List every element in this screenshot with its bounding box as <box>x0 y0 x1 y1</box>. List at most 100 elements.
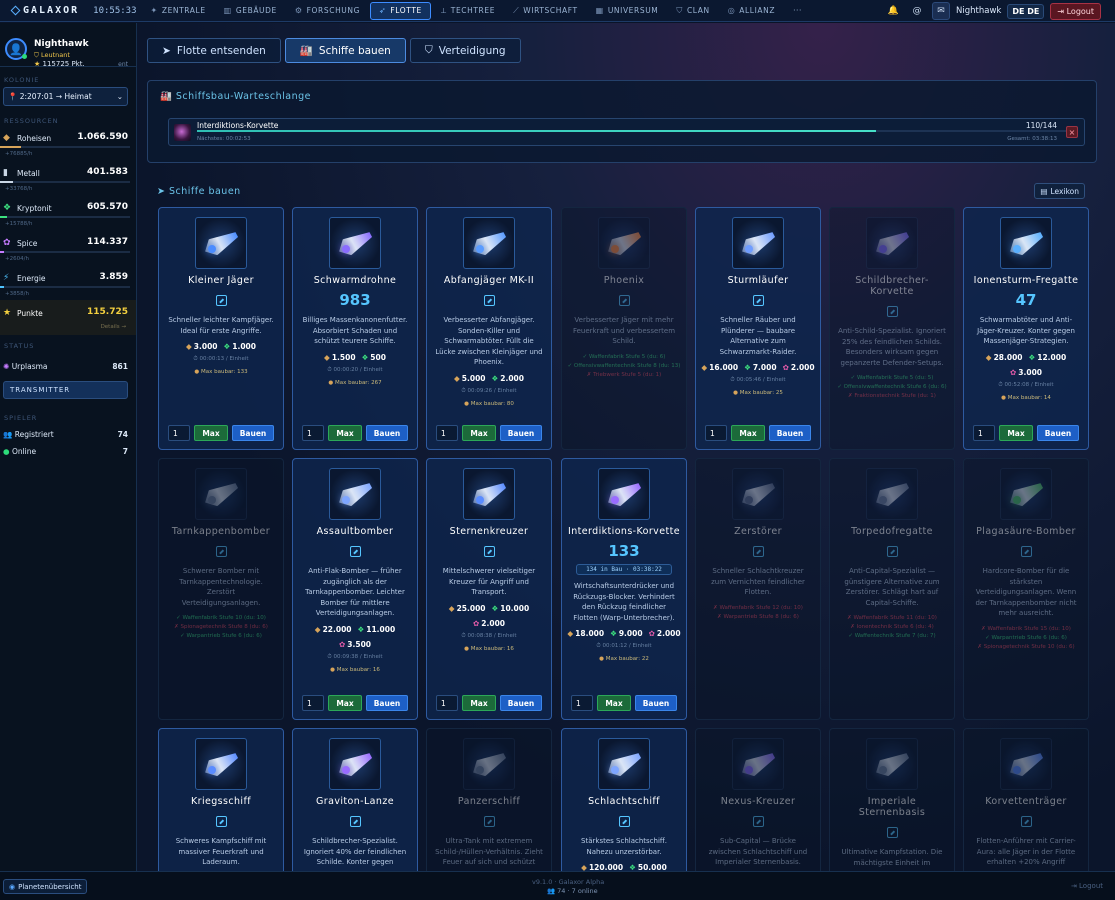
tab-send-fleet[interactable]: ➤ Flotte entsenden <box>147 38 281 63</box>
ship-icon <box>872 227 912 260</box>
version-text: v9.1.0 · Galaxor Alpha <box>532 878 605 886</box>
quantity-input[interactable]: 1 <box>436 695 458 711</box>
nav-zentrale[interactable]: ✦ ZENTRALE <box>143 2 214 20</box>
tab-build-ships[interactable]: 🏭 Schiffe bauen <box>284 38 406 63</box>
nav-forschung[interactable]: ⚙ FORSCHUNG <box>287 2 368 20</box>
resource-rate: +33768/h <box>5 186 33 192</box>
build-button[interactable]: Bauen <box>366 695 408 711</box>
at-icon[interactable]: @ <box>908 2 926 20</box>
max-button[interactable]: Max <box>328 425 362 441</box>
ship-description: Wirtschaftsunterdrücker und Rückzugs-Blo… <box>573 582 675 622</box>
player-profile[interactable]: 👤 Nighthawk ⛉ Leutnant ★ 115725 Pkt. ent <box>0 23 136 68</box>
requirement-item: ✓ Waffentechnik Stufe 7 (du: 7) <box>848 633 936 639</box>
max-button[interactable]: Max <box>462 425 496 441</box>
quantity-input[interactable]: 1 <box>302 695 324 711</box>
nav-allianz[interactable]: ◎ ALLIANZ <box>720 2 783 20</box>
ship-costs: ◆ 5.000 ❖ 2.000 <box>427 374 551 383</box>
build-button[interactable]: Bauen <box>500 425 542 441</box>
nav-wirtschaft[interactable]: ⟋ WIRTSCHAFT <box>505 2 586 20</box>
nav-flotte[interactable]: ➶ FLOTTE <box>370 1 431 20</box>
no-units-icon <box>1020 545 1032 557</box>
more-menu[interactable]: ··· <box>785 2 810 20</box>
cost-value: 1.000 <box>232 342 256 351</box>
build-button[interactable]: Bauen <box>500 695 542 711</box>
build-button[interactable]: Bauen <box>635 695 677 711</box>
nav-gebäude[interactable]: ▥ GEBÄUDE <box>216 2 285 20</box>
ship-card[interactable]: Sternenkreuzer Mittelschwerer vielseitige… <box>426 458 552 720</box>
ship-card[interactable]: Ionensturm-Fregatte 47 Schwarmabtöter und … <box>963 207 1089 450</box>
max-buildable: ● Max baubar: 16 <box>293 667 417 673</box>
quantity-input[interactable]: 1 <box>705 425 727 441</box>
no-units-icon <box>886 545 898 557</box>
cost-item: ❖ 7.000 <box>744 363 776 372</box>
build-button[interactable]: Bauen <box>232 425 274 441</box>
ore-icon: ◆ <box>567 629 574 638</box>
ship-costs: ◆ 18.000 ❖ 9.000 ✿ 2.000 <box>562 629 686 638</box>
nav-clan[interactable]: ⛉ CLAN <box>668 2 717 20</box>
ship-card[interactable]: Sturmläufer Schneller Räuber und Plündere… <box>695 207 821 450</box>
ship-card: Torpedofregatte Anti-Capital-Spezialist —… <box>829 458 955 720</box>
ship-count-zero <box>696 812 820 830</box>
language-switch[interactable]: DE DE <box>1007 3 1045 19</box>
ship-count-zero <box>159 291 283 309</box>
engine-glow-icon <box>611 766 619 774</box>
max-button[interactable]: Max <box>462 695 496 711</box>
max-button[interactable]: Max <box>597 695 631 711</box>
logo[interactable]: GALAXOR <box>10 5 79 16</box>
ship-card[interactable]: Schwarmdrohne 983 Billiges Massenkanonenfu… <box>292 207 418 450</box>
logout-button[interactable]: ⇥ Logout <box>1050 2 1101 20</box>
send-icon: ➤ <box>162 44 171 57</box>
quantity-input[interactable]: 1 <box>571 695 593 711</box>
resource-spice: ✿ Spice 114.337 +2604/h <box>0 230 136 265</box>
tab-defense[interactable]: ⛉ Verteidigung <box>409 38 521 63</box>
build-button[interactable]: Bauen <box>769 425 811 441</box>
mail-icon[interactable]: ✉ <box>932 2 951 20</box>
cost-item: ✿ 3.000 <box>1010 368 1042 377</box>
quantity-input[interactable]: 1 <box>973 425 995 441</box>
planet-overview-button[interactable]: ◉ Planetenübersicht <box>3 879 88 894</box>
build-time-text: 00:09:26 / Einheit <box>467 387 517 394</box>
resource-details-link[interactable]: Details → <box>101 324 126 330</box>
no-units-icon <box>752 294 764 306</box>
cancel-queue-button[interactable]: × <box>1066 126 1078 138</box>
max-text: Max baubar: 267 <box>334 379 382 386</box>
build-button[interactable]: Bauen <box>366 425 408 441</box>
ship-card[interactable]: Schlachtschiff Stärkstes Schlachtschiff. … <box>561 728 687 871</box>
kryptonite-icon: ❖ <box>744 363 751 372</box>
ship-card[interactable]: Kriegsschiff Schweres Kampfschiff mit mas… <box>158 728 284 871</box>
ship-description: Verbesserter Jäger mit mehr Feuerkraft u… <box>572 316 676 345</box>
build-button[interactable]: Bauen <box>1037 425 1079 441</box>
ship-card[interactable]: Interdiktions-Korvette 133 134 in Bau · 03… <box>561 458 687 720</box>
max-button[interactable]: Max <box>731 425 765 441</box>
build-time: ⏱ 00:01:12 / Einheit <box>596 643 652 649</box>
ship-card: Korvettenträger Flotten-Anführer mit Carr… <box>963 728 1089 871</box>
ship-card[interactable]: Assaultbomber Anti-Flak-Bomber — früher z… <box>292 458 418 720</box>
max-button[interactable]: Max <box>999 425 1033 441</box>
ship-image <box>463 468 515 520</box>
ship-card[interactable]: Kleiner Jäger Schneller leichter Kampfjäg… <box>158 207 284 450</box>
ship-card[interactable]: Graviton-Lanze Schildbrecher-Spezialist. … <box>292 728 418 871</box>
bell-icon[interactable]: 🔔 <box>884 2 902 20</box>
quantity-input[interactable]: 1 <box>168 425 190 441</box>
ship-card[interactable]: Abfangjäger MK-II Verbesserter Abfangjäge… <box>426 207 552 450</box>
no-units-icon <box>483 815 495 827</box>
status-label: STATUS <box>4 342 35 350</box>
quantity-input[interactable]: 1 <box>302 425 324 441</box>
lexikon-button[interactable]: ▤ Lexikon <box>1034 183 1085 199</box>
nav-techtree[interactable]: ⟂ TECHTREE <box>433 2 503 20</box>
username[interactable]: Nighthawk <box>956 6 1001 16</box>
requirement-item: ✗ Waffenfabrik Stufe 11 (du: 10) <box>847 615 937 621</box>
transmitter-button[interactable]: TRANSMITTER <box>3 381 128 399</box>
ship-image <box>598 468 650 520</box>
ship-description: Verbesserter Abfangjäger. Sonden-Killer … <box>435 316 543 366</box>
max-buildable: ● Max baubar: 133 <box>159 369 283 375</box>
ship-card: Phoenix Verbesserter Jäger mit mehr Feuer… <box>561 207 687 450</box>
max-button[interactable]: Max <box>328 695 362 711</box>
quantity-input[interactable]: 1 <box>436 425 458 441</box>
footer-logout[interactable]: ⇥ Logout <box>1071 882 1103 890</box>
max-button[interactable]: Max <box>194 425 228 441</box>
colony-select[interactable]: 📍 2:207:01 → Heimat ⌄ <box>3 87 128 106</box>
ships-section-title: ➤ Schiffe bauen <box>157 186 241 197</box>
nav-universum[interactable]: ▦ UNIVERSUM <box>588 2 667 20</box>
main-nav: ✦ ZENTRALE ▥ GEBÄUDE ⚙ FORSCHUNG ➶ FLOTTE ⟂ TECHT… <box>143 1 811 20</box>
